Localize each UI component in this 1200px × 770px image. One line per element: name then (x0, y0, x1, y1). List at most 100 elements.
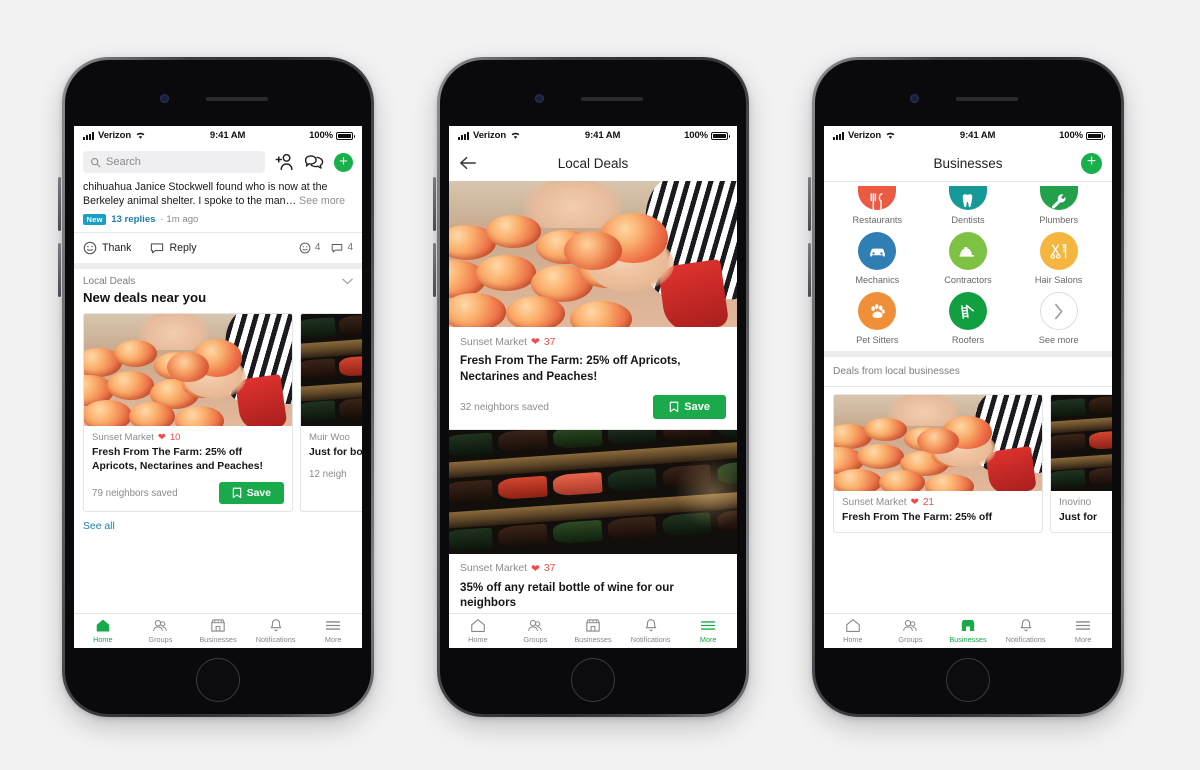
volume-up-button[interactable] (58, 177, 61, 231)
volume-down-button[interactable] (433, 243, 436, 297)
comment-count[interactable]: 4 (331, 242, 353, 254)
deal-business-line: Sunset Market ❤ 21 (842, 497, 1034, 508)
replies-link[interactable]: 13 replies (111, 214, 155, 225)
earpiece-speaker (956, 97, 1018, 101)
deal-carousel[interactable]: Sunset Market ❤ 21 Fresh From The Farm: … (824, 387, 1112, 533)
volume-down-button[interactable] (808, 243, 811, 297)
tab-more-label: More (1074, 635, 1092, 644)
tab-more[interactable]: More (679, 618, 737, 644)
local-deals-title: New deals near you (83, 289, 207, 305)
earpiece-speaker (206, 97, 268, 101)
tab-notifications[interactable]: Notifications (997, 618, 1055, 644)
see-more-link[interactable]: See more (299, 195, 345, 207)
tab-businesses[interactable]: Businesses (189, 618, 247, 644)
save-button[interactable]: Save (653, 395, 726, 420)
heart-count: 21 (922, 497, 934, 508)
category-hair-salons[interactable]: Hair Salons (1013, 232, 1104, 285)
feed-post[interactable]: chihuahua Janice Stockwell found who is … (74, 179, 362, 225)
car-icon (858, 232, 897, 270)
tab-more[interactable]: More (1054, 618, 1112, 644)
deal-title: Fresh From The Farm: 25% off Apricots, N… (92, 446, 263, 472)
deal-card[interactable]: Sunset Market ❤ 10 Fresh From The Farm: … (83, 312, 293, 513)
tab-home[interactable]: Home (449, 618, 507, 644)
search-input[interactable]: Search (83, 151, 265, 173)
volume-down-button[interactable] (58, 243, 61, 297)
deal-carousel[interactable]: Sunset Market ❤ 10 Fresh From The Farm: … (74, 312, 362, 513)
signal-bars-icon (458, 132, 469, 140)
tab-home[interactable]: Home (74, 618, 132, 644)
status-time: 9:41 AM (584, 130, 621, 141)
home-button[interactable] (946, 658, 990, 702)
bookmark-icon (670, 401, 679, 413)
tab-bar: Home Groups Businesses Notifications Mor… (449, 613, 737, 648)
add-person-icon[interactable] (274, 153, 295, 171)
plus-circle-icon[interactable]: + (1081, 152, 1102, 174)
local-deals-header[interactable]: Local Deals (74, 269, 362, 289)
category-pet-sitters[interactable]: Pet Sitters (832, 292, 923, 345)
heart-count: 37 (543, 336, 556, 348)
deal-card[interactable]: Inovino Just for (1050, 394, 1112, 533)
deal-title: 35% off any retail bottle of wine for ou… (460, 580, 674, 610)
category-mechanics[interactable]: Mechanics (832, 232, 923, 285)
heart-icon: ❤ (531, 562, 540, 575)
status-time: 9:41 AM (209, 130, 246, 141)
deal-card[interactable]: Muir Woo Just for bottle of 12 neigh (300, 312, 362, 513)
page-title: Local Deals (557, 155, 629, 171)
peaches-photo (449, 181, 737, 327)
heart-icon: ❤ (531, 336, 540, 348)
category-see-more[interactable]: See more (1013, 292, 1104, 345)
category-restaurants[interactable]: Restaurants (832, 186, 923, 225)
bell-icon (1020, 619, 1031, 632)
groups-icon (153, 620, 168, 631)
deals-section-label: Deals from local businesses (833, 366, 960, 377)
save-button[interactable]: Save (218, 482, 284, 505)
carrier-label: Verizon (98, 130, 132, 141)
chevron-right-icon (1039, 292, 1078, 330)
bell-icon (270, 619, 281, 632)
category-dentists[interactable]: Dentists (923, 186, 1014, 225)
thank-button[interactable]: Thank (83, 241, 131, 255)
carrier-label: Verizon (848, 130, 882, 141)
volume-up-button[interactable] (808, 177, 811, 231)
tooth-icon (948, 186, 987, 210)
tab-groups[interactable]: Groups (132, 618, 190, 644)
see-all-link[interactable]: See all (74, 512, 362, 540)
home-button[interactable] (196, 658, 240, 702)
scissors-comb-icon (1039, 232, 1078, 270)
groups-icon (903, 620, 918, 631)
page-title: Businesses (933, 155, 1003, 171)
comment-icon (151, 243, 164, 254)
category-contractors[interactable]: Contractors (923, 232, 1014, 285)
tab-home[interactable]: Home (824, 618, 882, 644)
deal-card[interactable]: Sunset Market ❤ 21 Fresh From The Farm: … (833, 394, 1043, 533)
screenshot-stage: Verizon 9:41 AM 100% Search + chihuahua … (0, 0, 1200, 770)
tab-groups[interactable]: Groups (507, 618, 565, 644)
category-roofers[interactable]: Roofers (923, 292, 1014, 345)
back-arrow-icon[interactable] (459, 154, 477, 172)
ladder-icon (948, 292, 987, 330)
home-button[interactable] (571, 658, 615, 702)
tab-more[interactable]: More (304, 618, 362, 644)
tab-notifications[interactable]: Notifications (247, 618, 305, 644)
business-name: Sunset Market (842, 497, 907, 508)
tab-groups[interactable]: Groups (882, 618, 940, 644)
category-label: Pet Sitters (856, 335, 899, 345)
category-plumbers[interactable]: Plumbers (1013, 186, 1104, 225)
status-badge: New (83, 213, 107, 225)
tab-businesses[interactable]: Businesses (939, 618, 997, 644)
category-label: Plumbers (1039, 215, 1079, 225)
tab-notifications[interactable]: Notifications (622, 618, 680, 644)
deal-item[interactable]: Sunset Market ❤ 37 Fresh From The Farm: … (449, 181, 737, 429)
status-bar: Verizon 9:41 AM 100% (824, 126, 1112, 145)
volume-up-button[interactable] (433, 177, 436, 231)
plus-circle-icon[interactable]: + (334, 152, 353, 172)
chevron-down-icon[interactable] (342, 276, 353, 287)
battery-percent: 100% (309, 130, 333, 141)
thank-count[interactable]: 4 (299, 242, 320, 254)
tab-businesses[interactable]: Businesses (564, 618, 622, 644)
tab-notifications-label: Notifications (1005, 635, 1046, 644)
deal-item[interactable]: Sunset Market ❤ 37 35% off any retail bo… (449, 429, 737, 613)
tab-businesses-label: Businesses (199, 635, 237, 644)
chat-bubbles-icon[interactable] (304, 153, 325, 171)
reply-button[interactable]: Reply (150, 241, 197, 255)
